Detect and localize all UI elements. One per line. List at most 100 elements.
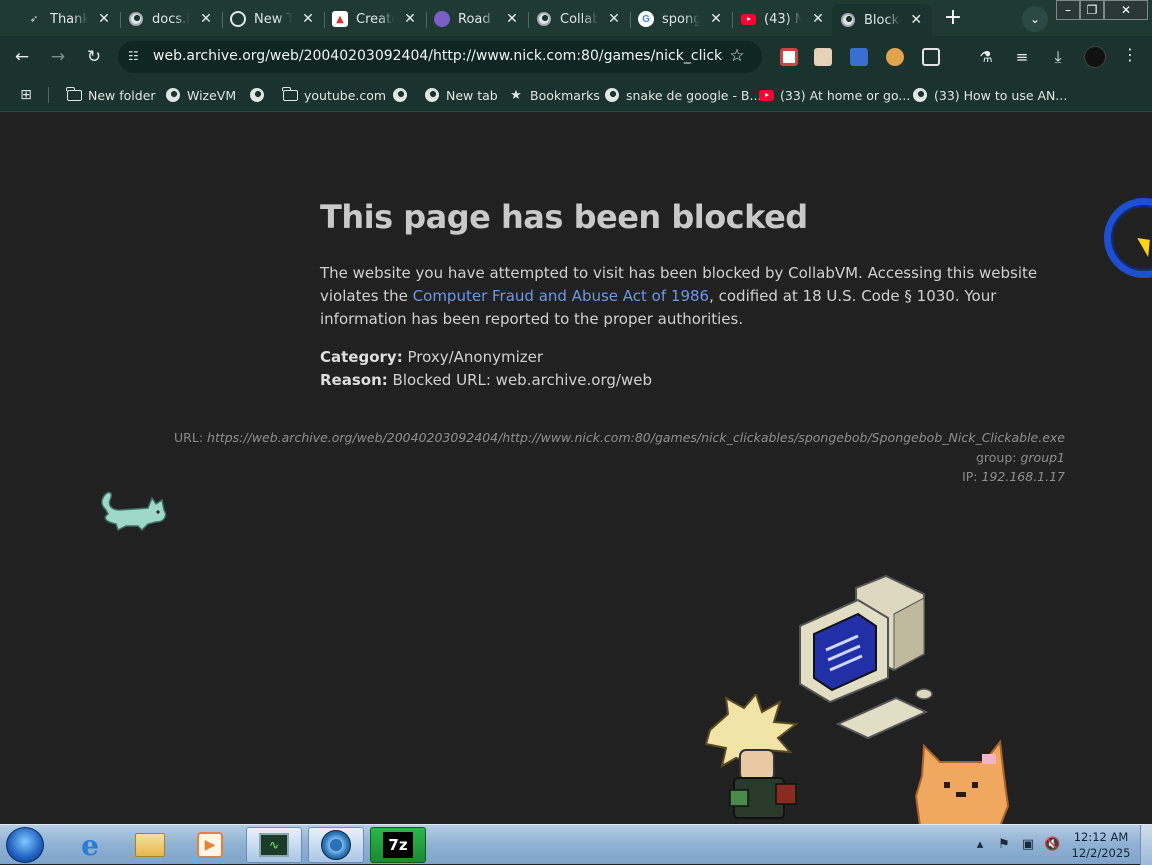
tab-close-icon[interactable]: ✕	[504, 11, 520, 27]
bookmark-snake-google[interactable]: snake de google - B...	[604, 86, 761, 104]
labs-flask-icon[interactable]: ⚗	[974, 45, 998, 69]
apps-grid-icon[interactable]: ⊞	[18, 86, 40, 104]
bookmark-new-folder[interactable]: New folder	[65, 86, 156, 104]
bookmarks-divider	[48, 87, 49, 103]
file-explorer-icon[interactable]	[122, 827, 178, 863]
tab-9-active[interactable]: Blocke ✕	[832, 4, 932, 36]
bookmark-wizevm[interactable]: WizeVM	[165, 86, 236, 104]
ip-row: IP: 192.168.1.17	[962, 469, 1065, 484]
url-text[interactable]: web.archive.org/web/20040203092404/http:…	[153, 48, 723, 64]
tab-close-icon[interactable]: ✕	[402, 11, 418, 27]
tab-strip: ➶ Thank ✕ docs.l ✕ New T ✕ ▲ Create ✕ Ro…	[0, 0, 1152, 36]
bookmark-youtube-video-2[interactable]: (33) How to use AN...	[912, 86, 1067, 104]
new-tab-button[interactable]: +	[942, 7, 964, 30]
category-row: Category: Proxy/Anonymizer	[320, 348, 543, 366]
bookmark-label: (33) How to use AN...	[934, 87, 1068, 103]
tab-close-icon[interactable]: ✕	[300, 11, 316, 27]
bookmark-label: WizeVM	[187, 87, 237, 103]
reload-icon[interactable]: ↻	[82, 45, 106, 69]
url-label: URL:	[174, 430, 204, 445]
bookmark-youtube-folder[interactable]: youtube.com	[281, 86, 387, 104]
running-cat-icon	[101, 491, 167, 532]
bookmark-label: snake de google - B...	[626, 87, 762, 103]
tab-title: Road	[458, 11, 491, 27]
tab-search-chevron-icon[interactable]: ⌄	[1022, 6, 1048, 32]
reason-row: Reason: Blocked URL: web.archive.org/web	[320, 371, 652, 389]
tab-close-icon[interactable]: ✕	[606, 11, 622, 27]
start-button[interactable]	[6, 827, 44, 863]
internet-explorer-icon[interactable]: e	[62, 827, 118, 863]
bookmark-star-icon[interactable]: ☆	[726, 46, 748, 68]
7zip-icon[interactable]: 7z	[370, 827, 426, 863]
tab-title: New T	[254, 11, 292, 27]
tab-title: Thank	[50, 11, 88, 27]
tab-5[interactable]: Road ✕	[426, 4, 529, 34]
show-desktop-button[interactable]	[1140, 825, 1152, 865]
media-control-icon[interactable]: ≡	[1010, 45, 1034, 69]
tab-close-icon[interactable]: ✕	[909, 12, 924, 28]
folder-icon	[65, 86, 82, 103]
cfaa-link[interactable]: Computer Fraud and Abuse Act of 1986	[413, 287, 709, 305]
ip-label: IP:	[962, 469, 978, 484]
clock-time: 12:12 AM	[1073, 830, 1129, 844]
tab-4[interactable]: ▲ Create ✕	[324, 4, 427, 34]
profile-avatar[interactable]	[1084, 46, 1106, 68]
close-window-button[interactable]: ✕	[1104, 0, 1148, 20]
category-label: Category:	[320, 348, 403, 366]
task-manager-icon[interactable]: ∿	[246, 827, 302, 863]
youtube-icon	[758, 87, 774, 103]
7zip-label: 7z	[383, 832, 413, 858]
bookmark-unnamed-1[interactable]	[249, 86, 271, 104]
bookmark-label: (33) At home or go...	[780, 87, 911, 103]
bookmark-label: youtube.com	[304, 87, 387, 103]
tab-1[interactable]: ➶ Thank ✕	[18, 4, 121, 34]
back-arrow-icon[interactable]: ←	[10, 45, 34, 69]
minimize-button[interactable]: –	[1056, 0, 1080, 20]
bookmark-unnamed-2[interactable]	[392, 86, 414, 104]
bookmark-bookmarks[interactable]: ★ Bookmarks	[508, 86, 600, 104]
volume-muted-icon[interactable]: 🔇	[1044, 837, 1060, 853]
tab-8[interactable]: (43) N ✕	[732, 4, 834, 34]
tab-close-icon[interactable]: ✕	[708, 11, 724, 27]
blocked-url-value: https://web.archive.org/web/200402030924…	[207, 430, 1065, 445]
extensions-puzzle-icon[interactable]	[922, 48, 940, 66]
extension-3-icon[interactable]	[850, 48, 868, 66]
tab-7[interactable]: G spong ✕	[630, 4, 733, 34]
tab-close-icon[interactable]: ✕	[198, 11, 214, 27]
globe-icon	[604, 87, 620, 103]
network-icon[interactable]: ▣	[1020, 837, 1036, 853]
tab-2[interactable]: docs.l ✕	[120, 4, 223, 34]
extension-1-icon[interactable]	[780, 48, 798, 66]
tab-title: docs.l	[152, 11, 190, 27]
system-clock[interactable]: 12:12 AM 12/2/2025	[1068, 829, 1134, 861]
tab-close-icon[interactable]: ✕	[810, 11, 826, 27]
bookmark-new-tab[interactable]: New tab	[424, 86, 498, 104]
browser-icon[interactable]	[308, 827, 364, 863]
group-value: group1	[1020, 450, 1065, 465]
extension-2-icon[interactable]	[814, 48, 832, 66]
tab-close-icon[interactable]: ✕	[96, 11, 112, 27]
action-center-flag-icon[interactable]: ⚑	[996, 837, 1012, 853]
forward-arrow-icon[interactable]: →	[46, 45, 70, 69]
extension-4-icon[interactable]	[886, 48, 904, 66]
site-info-icon[interactable]: ☷	[128, 49, 144, 65]
google-icon: G	[638, 11, 654, 27]
show-hidden-icons-icon[interactable]: ▴	[972, 837, 988, 853]
menu-dots-icon[interactable]: ⋮	[1122, 45, 1138, 64]
tab-3[interactable]: New T ✕	[222, 4, 325, 34]
bookmark-youtube-video-1[interactable]: (33) At home or go...	[758, 86, 910, 104]
download-icon[interactable]: ⤓	[1046, 45, 1070, 69]
tab-6[interactable]: Collab ✕	[528, 4, 631, 34]
windows-taskbar: e ▶ ∿ 7z ▴ ⚑ ▣ 🔇 12:12 AM 12/2/2025	[0, 824, 1152, 865]
tab-title: Collab	[560, 11, 598, 27]
ip-value: 192.168.1.17	[981, 469, 1066, 484]
page-title: This page has been blocked	[320, 198, 808, 236]
group-row: group: group1	[976, 450, 1065, 465]
tab-title: Create	[356, 11, 394, 27]
restore-button[interactable]: ❐	[1080, 0, 1104, 20]
address-bar[interactable]: ☷ web.archive.org/web/20040203092404/htt…	[118, 41, 762, 73]
anime-character-icon	[704, 694, 799, 819]
bookmarks-bar: ⊞ New folder WizeVM youtube.com New tab …	[0, 78, 1152, 112]
media-player-icon[interactable]: ▶	[182, 827, 238, 863]
group-label: group:	[975, 450, 1017, 465]
